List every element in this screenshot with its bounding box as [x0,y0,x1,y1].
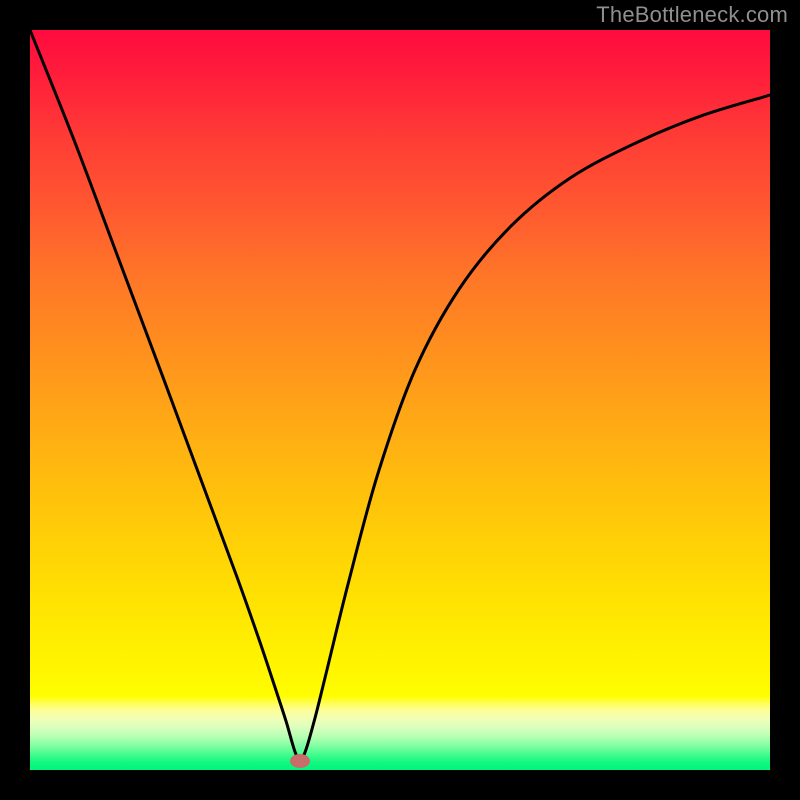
bottleneck-curve [30,30,770,770]
watermark-text: TheBottleneck.com [596,2,788,28]
chart-frame: TheBottleneck.com [0,0,800,800]
plot-area [30,30,770,770]
